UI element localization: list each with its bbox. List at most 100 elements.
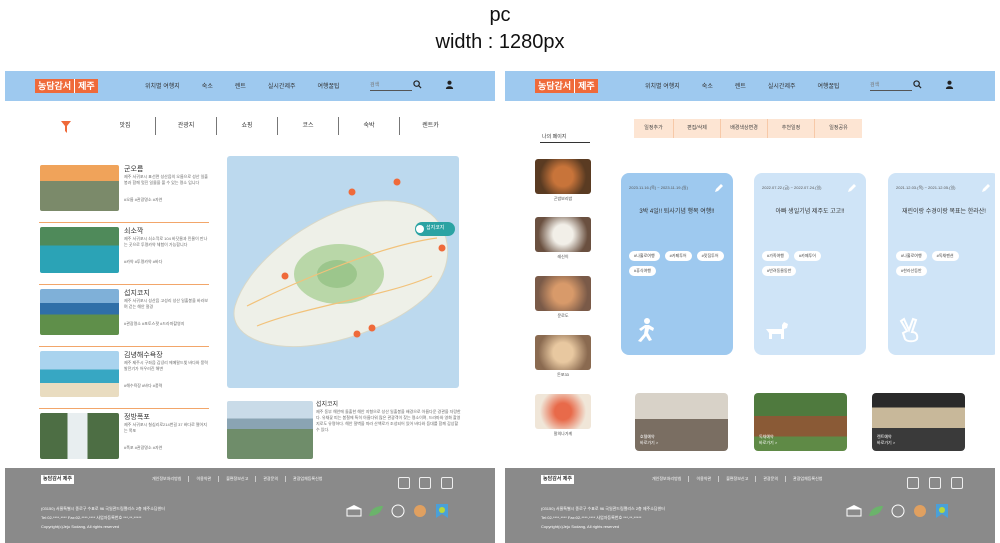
category-sights[interactable]: 관광지 — [156, 117, 217, 135]
footer-link-report[interactable]: 불편정보신고 — [219, 476, 257, 482]
trip-title: 아빠 생일기념 제주도 고고!! — [775, 209, 845, 215]
footer-link-register[interactable]: 관광업체등록신청 — [786, 476, 829, 482]
trip-tag[interactable]: #카페투어 — [793, 251, 821, 261]
footer-link-inquiry[interactable]: 관광문의 — [756, 476, 787, 482]
footer-link-terms[interactable]: 이용약관 — [689, 476, 720, 482]
unesco-icon — [846, 505, 862, 517]
nav-item-location[interactable]: 위치별 여행지 — [645, 81, 680, 90]
nav-item-rent[interactable]: 렌트 — [735, 81, 746, 90]
list-item[interactable]: 섭지코지 제주 서귀포시 성산읍 고성리 성산 일출봉을 바라보며 걷는 해안 … — [39, 285, 209, 347]
nav-item-live[interactable]: 실시간제주 — [268, 81, 296, 90]
search-icon[interactable] — [913, 80, 922, 89]
trip-tag[interactable]: #나홀로여행 — [896, 251, 927, 261]
footer-link-report[interactable]: 불편정보신고 — [719, 476, 757, 482]
facebook-icon[interactable] — [441, 477, 453, 489]
footer-info: (03150) 서울특별시 종로구 수표로 96 국일관드림팰리스 2층 제주소… — [41, 504, 165, 531]
sidebar-item[interactable]: 말의나가게 — [535, 394, 591, 437]
trip-tag[interactable]: #한라산등반 — [896, 266, 927, 276]
trip-tags: #나홀로여행 #독채펜션 #한라산등반 — [896, 251, 992, 276]
trip-tag[interactable]: #맛집투어 — [696, 251, 724, 261]
nav-item-live[interactable]: 실시간제주 — [768, 81, 796, 90]
cabin-booking-card[interactable]: 독채예약 바로가기 > — [754, 393, 847, 451]
nav-item-rent[interactable]: 렌트 — [235, 81, 246, 90]
user-icon[interactable] — [945, 80, 954, 89]
width-label: width : 1280px — [435, 31, 565, 53]
detail-photo — [227, 401, 313, 459]
trip-tag[interactable]: #가족여행 — [762, 251, 789, 261]
twitter-icon[interactable] — [929, 477, 941, 489]
nav-item-stay[interactable]: 숙소 — [702, 81, 713, 90]
instagram-icon[interactable] — [398, 477, 410, 489]
nav-item-location[interactable]: 위치별 여행지 — [145, 81, 180, 90]
footer-logo[interactable]: 농담감서 제주 — [541, 475, 574, 484]
pencil-icon[interactable] — [981, 183, 991, 193]
trip-tag[interactable]: #카페투어 — [664, 251, 692, 261]
tab-recommend[interactable]: 추천일정 — [768, 119, 815, 138]
nav-item-stay[interactable]: 숙소 — [202, 81, 213, 90]
place-photo — [40, 227, 119, 273]
tab-edit-delete[interactable]: 편집/삭제 — [674, 119, 721, 138]
sidebar-item[interactable]: 문로도 — [535, 276, 591, 319]
trip-card[interactable]: 2021.12.03.(목) ~ 2021.12.05.(일) 재린이랑 수경이… — [888, 173, 995, 355]
footer-copyright: Copyright(c)Jeju Sodang, All rights rese… — [41, 524, 120, 529]
nav-item-tips[interactable]: 여행꿀팁 — [818, 81, 840, 90]
footer-logo[interactable]: 농담감서 제주 — [41, 475, 74, 484]
tab-add-schedule[interactable]: 일정추가 — [634, 119, 674, 138]
logo-text: 농담감서 — [35, 79, 75, 93]
footer-link-terms[interactable]: 이용약관 — [189, 476, 220, 482]
pencil-icon[interactable] — [847, 183, 857, 193]
footer-link-inquiry[interactable]: 관광문의 — [256, 476, 287, 482]
trip-tag[interactable]: #휴식여행 — [629, 266, 656, 276]
category-stay[interactable]: 숙박 — [339, 117, 400, 135]
footer-link-privacy[interactable]: 개인정보처리방침 — [145, 476, 190, 482]
trip-tag[interactable]: #나홀로여행 — [629, 251, 660, 261]
jeju-map[interactable]: 섭지코지 — [227, 156, 459, 388]
user-icon[interactable] — [445, 80, 454, 89]
filter-icon[interactable] — [61, 121, 71, 133]
map-marker-label[interactable]: 섭지코지 — [426, 224, 444, 231]
saved-place-label: 돈포33 — [557, 372, 569, 377]
category-food[interactable]: 맛집 — [95, 117, 156, 135]
category-shopping[interactable]: 쇼핑 — [217, 117, 278, 135]
facebook-icon[interactable] — [951, 477, 963, 489]
place-desc: 제주 서귀포시 성산읍 고성리 성산 일출봉을 바라보며 걷는 해안 절경 — [124, 298, 208, 309]
list-item[interactable]: 김녕해수욕장 제주 제주시 구좌읍 김녕리 에메랄드빛 바다와 풍력발전기가 어… — [39, 347, 209, 409]
trip-card[interactable]: 2022.07.22.(금) ~ 2022.07.24.(일) 아빠 생일기념 … — [754, 173, 866, 355]
rentcar-booking-card[interactable]: 렌트예약 바로가기 > — [872, 393, 965, 451]
trip-date: 2021.12.03.(목) ~ 2021.12.05.(일) — [896, 185, 956, 190]
tab-share[interactable]: 일정공유 — [815, 119, 862, 138]
footer-address: (03150) 서울특별시 종로구 수표로 96 국일관드림팰리스 2층 제주소… — [41, 506, 165, 511]
sidebar-item[interactable]: 곤밥보리밥 — [535, 159, 591, 202]
trip-tag[interactable]: #독채펜션 — [931, 251, 959, 261]
site-header: 농담감서 제주 위치별 여행지 숙소 렌트 실시간제주 여행꿀팁 검색 — [5, 71, 495, 101]
sidebar-item[interactable]: 돈포33 — [535, 335, 591, 378]
list-item[interactable]: 정방폭포 제주 서귀포시 칠십리로214번길 37 바다로 떨어지는 폭포 #폭… — [39, 409, 209, 471]
site-logo[interactable]: 농담감서 제주 — [535, 79, 598, 93]
nav-item-tips[interactable]: 여행꿀팁 — [318, 81, 340, 90]
place-photo — [40, 289, 119, 335]
pencil-icon[interactable] — [714, 183, 724, 193]
hotel-booking-card[interactable]: 호텔예약 바로가기 > — [635, 393, 728, 451]
footer-link-register[interactable]: 관광업체등록신청 — [286, 476, 329, 482]
list-item[interactable]: 군오름 제주 서귀포시 표선면 성산읍의 오름으로 성산 일출봉과 함께 멋진 … — [39, 161, 209, 223]
sidebar-item[interactable]: 레신이 — [535, 217, 591, 260]
trip-tags: #나홀로여행 #카페투어 #맛집투어 #휴식여행 — [629, 251, 725, 276]
list-item[interactable]: 쇠소깍 제주 서귀포시 쇠소깍로 104 바닷물과 민물이 만나는 곳으로 투명… — [39, 223, 209, 285]
trip-card[interactable]: 2023.11.16.(목) ~ 2023.11.19.(일) 3박 4일!! … — [621, 173, 733, 355]
badge-icon — [936, 504, 948, 518]
tab-bg-color[interactable]: 배경색상변경 — [721, 119, 768, 138]
twitter-icon[interactable] — [419, 477, 431, 489]
category-course[interactable]: 코스 — [278, 117, 339, 135]
map-canvas[interactable] — [227, 156, 459, 388]
footer-link-privacy[interactable]: 개인정보처리방침 — [645, 476, 690, 482]
search-icon[interactable] — [413, 80, 422, 89]
search-input[interactable]: 검색 — [370, 81, 412, 91]
instagram-icon[interactable] — [907, 477, 919, 489]
search-input[interactable]: 검색 — [870, 81, 912, 91]
detail-text: 제주 동부 해안에 돌출한 해안 지형으로 성산 일출봉을 배경으로 아름다운 … — [316, 409, 461, 432]
place-tags: #해수욕장 #바다 #풍력 — [124, 383, 163, 388]
trip-date: 2023.11.16.(목) ~ 2023.11.19.(일) — [629, 185, 688, 190]
site-logo[interactable]: 농담감서 제주 — [35, 79, 98, 93]
trip-tag[interactable]: #반려동물동반 — [762, 266, 797, 276]
category-rentcar[interactable]: 렌트카 — [400, 117, 461, 135]
